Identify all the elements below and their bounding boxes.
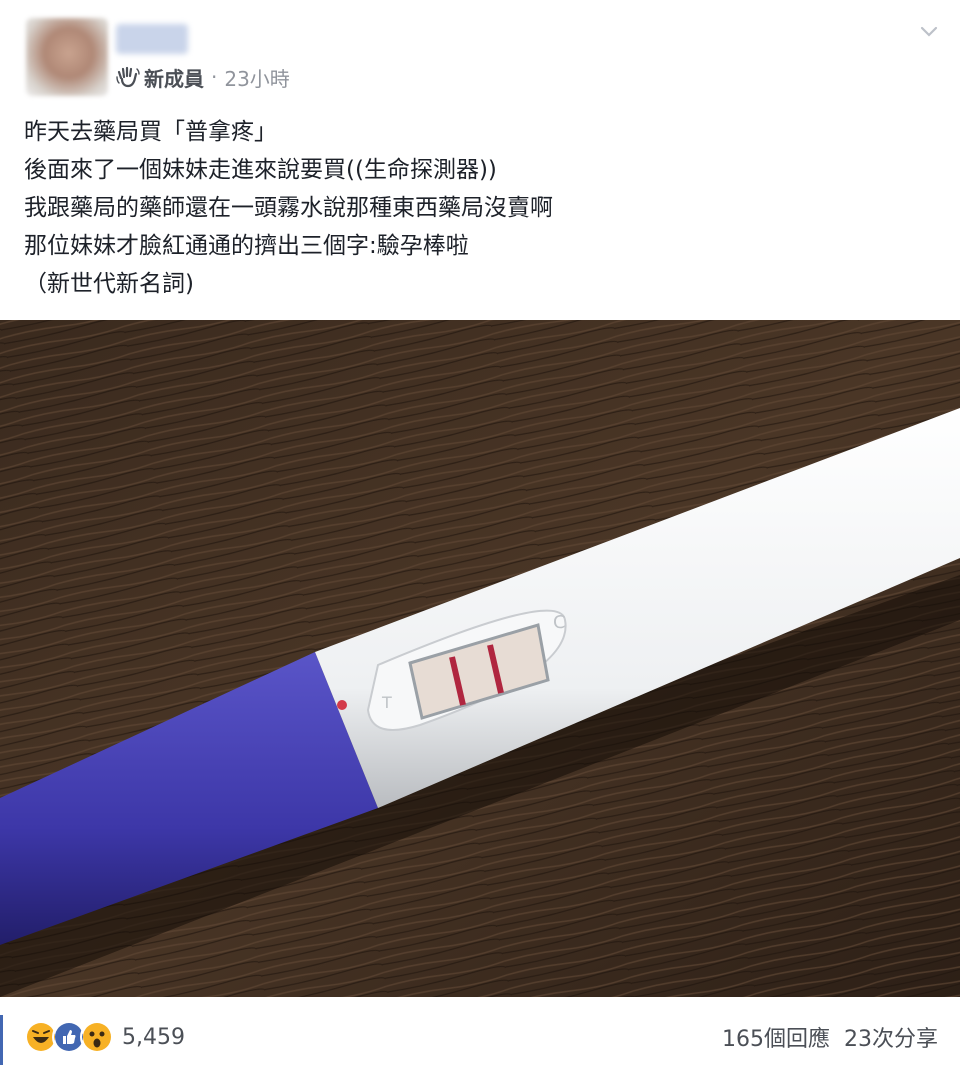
comment-count-link[interactable]: 165個回應 bbox=[722, 1021, 830, 1053]
meta-separator: · bbox=[211, 65, 218, 89]
footer-accent-bar bbox=[0, 1015, 3, 1065]
post-body: 昨天去藥局買「普拿疼」 後面來了一個妹妹走進來說要買((生命探測器)) 我跟藥局… bbox=[24, 113, 944, 303]
post-meta: 新成員 · 23小時 bbox=[116, 62, 290, 92]
post-text-line: 後面來了一個妹妹走進來說要買((生命探測器)) bbox=[24, 157, 497, 183]
post-text-line: （新世代新名詞) bbox=[24, 271, 194, 297]
reaction-count[interactable]: 5,459 bbox=[122, 1025, 185, 1050]
post-footer: 5,459 165個回應 23次分享 bbox=[0, 1005, 960, 1069]
post-header: 新成員 · 23小時 bbox=[0, 0, 960, 110]
chevron-down-icon[interactable] bbox=[916, 18, 942, 44]
post-timestamp[interactable]: 23小時 bbox=[224, 63, 289, 92]
wow-reaction-icon bbox=[80, 1020, 114, 1054]
reaction-summary[interactable]: 5,459 bbox=[24, 1017, 185, 1057]
post-text-line: 那位妹妹才臉紅通通的擠出三個字:驗孕棒啦 bbox=[24, 233, 469, 259]
post-text-line: 昨天去藥局買「普拿疼」 bbox=[24, 119, 277, 145]
svg-text:C: C bbox=[553, 612, 566, 633]
author-name-redacted[interactable] bbox=[116, 24, 188, 54]
post-text-line: 我跟藥局的藥師還在一頭霧水說那種東西藥局沒賣啊 bbox=[24, 195, 553, 221]
share-count-link[interactable]: 23次分享 bbox=[844, 1021, 938, 1053]
svg-text:T: T bbox=[381, 693, 392, 712]
engagement-stats: 165個回應 23次分享 bbox=[722, 1021, 938, 1053]
avatar[interactable] bbox=[26, 18, 108, 96]
post-photo[interactable]: C T bbox=[0, 320, 960, 997]
member-badge[interactable]: 新成員 bbox=[144, 63, 204, 92]
hand-wave-icon bbox=[116, 66, 140, 88]
